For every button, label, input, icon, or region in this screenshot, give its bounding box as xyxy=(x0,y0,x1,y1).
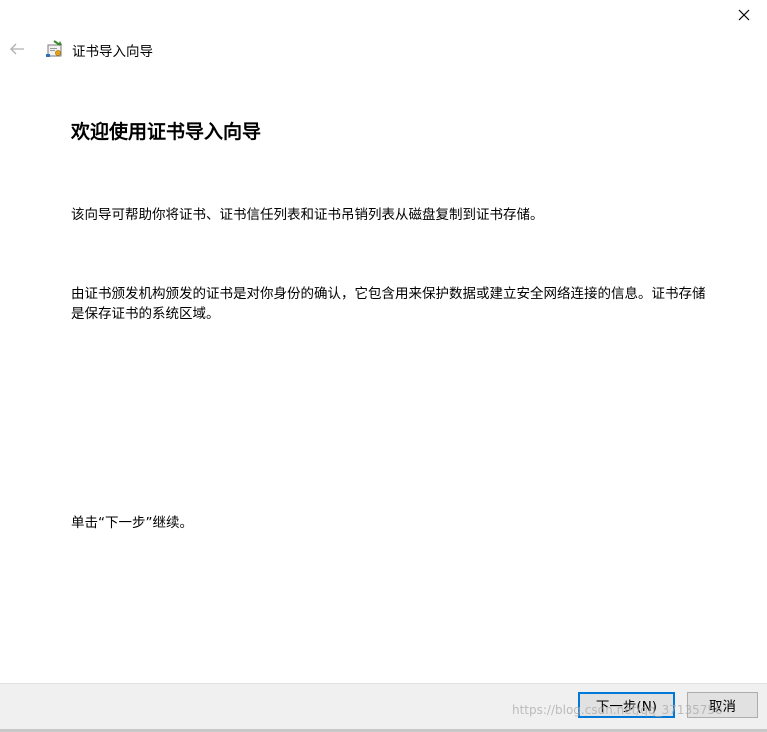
button-bar: 下一步(N) 取消 xyxy=(0,683,767,732)
cancel-button[interactable]: 取消 xyxy=(687,692,758,718)
certificate-wizard-icon xyxy=(45,39,65,59)
certificate-import-wizard-window: 证书导入向导 欢迎使用证书导入向导 该向导可帮助你将证书、证书信任列表和证书吊销… xyxy=(0,0,767,732)
close-icon xyxy=(738,6,750,25)
next-button[interactable]: 下一步(N) xyxy=(578,692,675,718)
close-button[interactable] xyxy=(721,0,767,30)
page-heading: 欢迎使用证书导入向导 xyxy=(71,121,262,143)
description-paragraph: 由证书颁发机构颁发的证书是对你身份的确认，它包含用来保护数据或建立安全网络连接的… xyxy=(71,286,706,322)
continue-instruction: 单击“下一步”继续。 xyxy=(71,515,193,531)
wizard-title: 证书导入向导 xyxy=(72,44,153,60)
back-arrow-icon xyxy=(9,40,25,59)
intro-paragraph: 该向导可帮助你将证书、证书信任列表和证书吊销列表从磁盘复制到证书存储。 xyxy=(71,207,544,223)
back-button[interactable] xyxy=(6,36,28,62)
